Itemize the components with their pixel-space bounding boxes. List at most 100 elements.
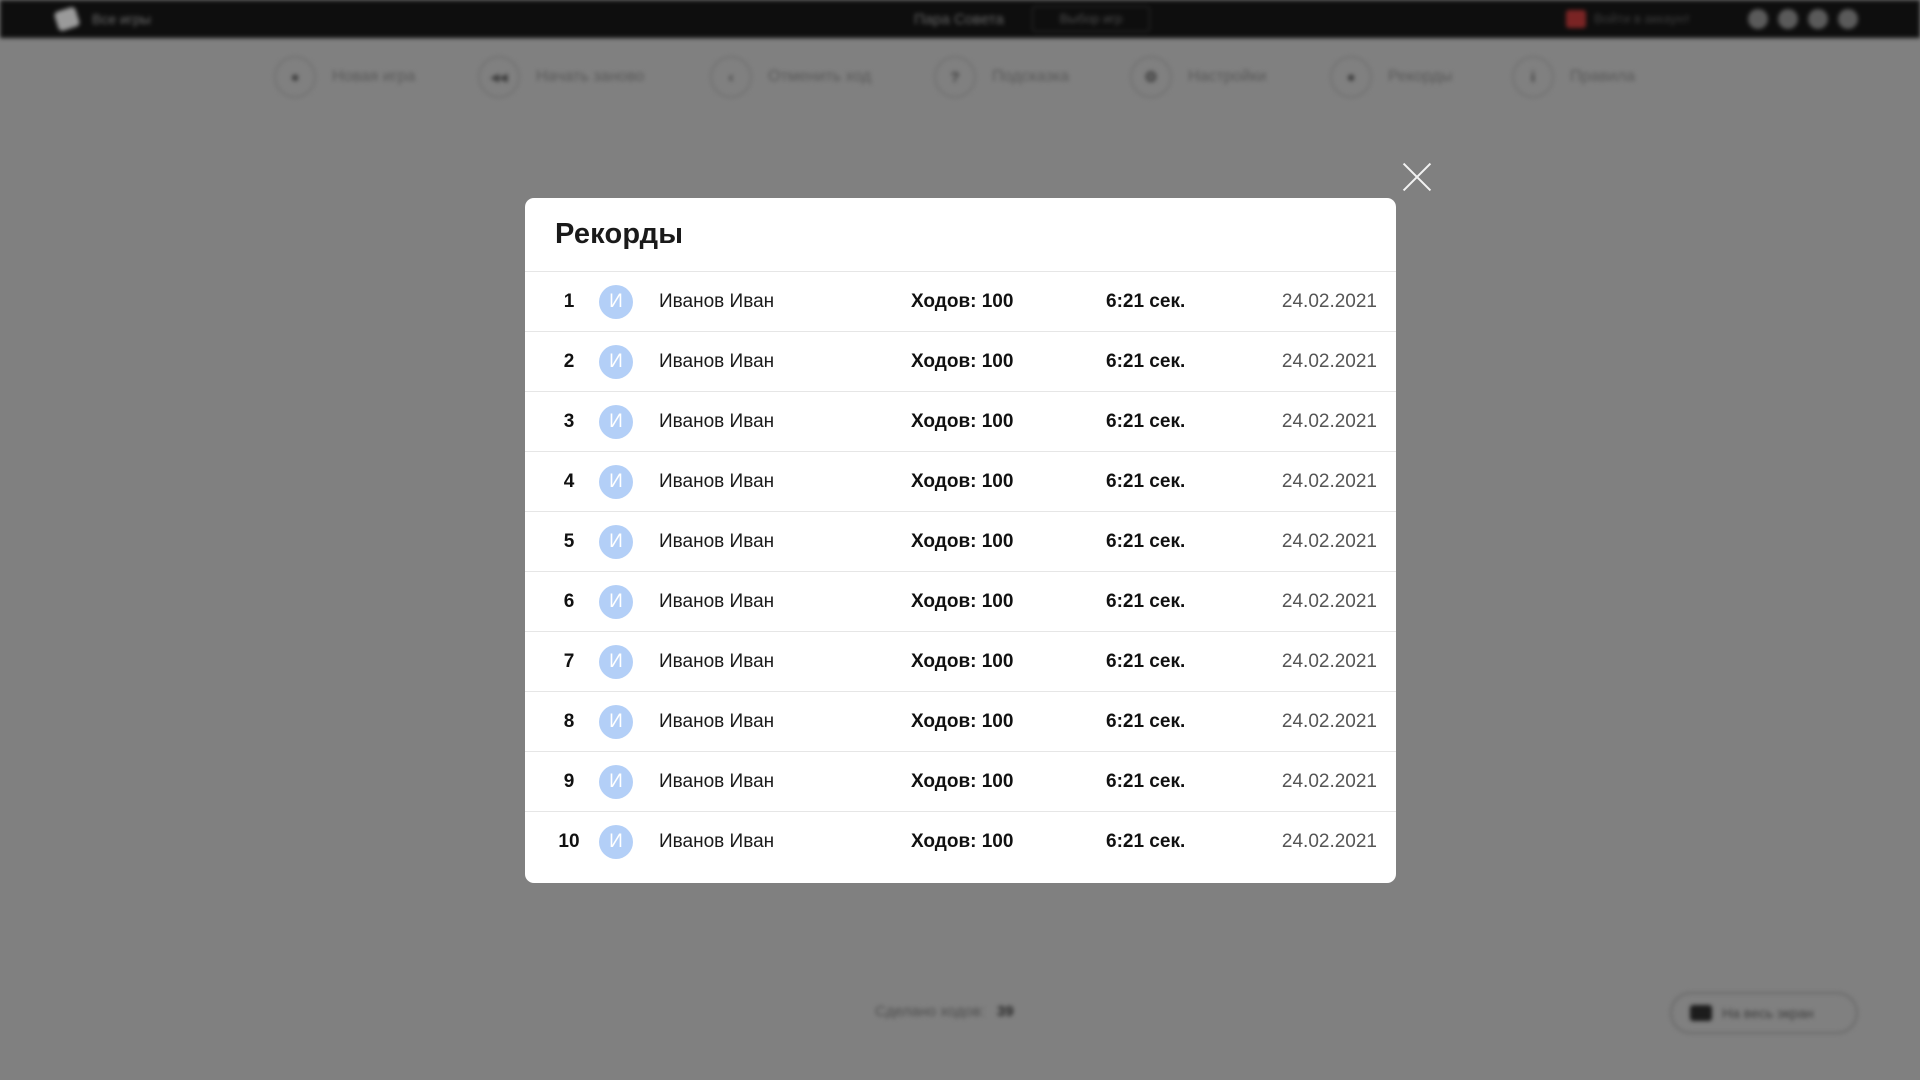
player-name: Иванов Иван [659, 290, 775, 312]
player-name: Иванов Иван [659, 530, 775, 552]
fullscreen-icon [1690, 1005, 1712, 1021]
game-title: Пара Совета [914, 11, 1004, 28]
close-icon[interactable] [1402, 162, 1432, 192]
record-date: 24.02.2021 [1281, 290, 1377, 312]
modal-header: Рекорды [525, 198, 1396, 272]
fullscreen-label: На весь экран [1722, 1005, 1814, 1021]
toolbar-settings[interactable]: ⚙ Настройки [1130, 55, 1266, 99]
avatar: И [599, 764, 633, 799]
top-bar: Все игры Пара Совета Выбор игр Войти в а… [0, 0, 1920, 38]
player-name: Иванов Иван [659, 350, 775, 372]
choose-game-button[interactable]: Выбор игр [1032, 6, 1150, 32]
player-name: Иванов Иван [659, 590, 775, 612]
undo-icon: ‹ [710, 56, 752, 98]
record-moves: Ходов: 100 [911, 350, 1014, 372]
record-date: 24.02.2021 [1281, 650, 1377, 672]
hint-icon: ? [934, 56, 976, 98]
player-name: Иванов Иван [659, 770, 775, 792]
record-time: 6:21 сек. [1106, 350, 1186, 372]
record-time: 6:21 сек. [1106, 410, 1186, 432]
toolbar-label: Новая игра [332, 68, 416, 85]
record-time: 6:21 сек. [1106, 290, 1186, 312]
record-moves: Ходов: 100 [911, 770, 1014, 792]
toolbar-rules[interactable]: i Правила [1512, 55, 1635, 99]
record-time: 6:21 сек. [1106, 470, 1186, 492]
record-time: 6:21 сек. [1106, 650, 1186, 672]
toolbar-label: Рекорды [1388, 68, 1453, 85]
toolbar-label: Настройки [1188, 68, 1267, 85]
record-time: 6:21 сек. [1106, 530, 1186, 552]
settings-icon: ⚙ [1130, 56, 1172, 98]
record-date: 24.02.2021 [1281, 770, 1377, 792]
record-row: 1 И Иванов Иван Ходов: 100 6:21 сек. 24.… [525, 272, 1396, 332]
record-date: 24.02.2021 [1281, 831, 1377, 852]
record-moves: Ходов: 100 [911, 470, 1014, 492]
record-time: 6:21 сек. [1106, 710, 1186, 732]
record-row: 4 И Иванов Иван Ходов: 100 6:21 сек. 24.… [525, 452, 1396, 512]
record-time: 6:21 сек. [1106, 770, 1186, 792]
record-moves: Ходов: 100 [911, 290, 1014, 312]
record-date: 24.02.2021 [1281, 530, 1377, 552]
fb-icon[interactable] [1808, 9, 1828, 29]
record-time: 6:21 сек. [1106, 590, 1186, 612]
toolbar-label: Отменить ход [768, 68, 872, 85]
toolbar-label: Начать заново [536, 68, 645, 85]
avatar: И [599, 644, 633, 679]
restart-icon: ◀◀ [478, 56, 520, 98]
all-games-link[interactable]: Все игры [92, 11, 151, 27]
record-moves: Ходов: 100 [911, 410, 1014, 432]
moves-counter: Сделано ходов: 39 [875, 1003, 1014, 1020]
user-icon[interactable] [1566, 10, 1586, 28]
rules-icon: i [1512, 56, 1554, 98]
modal-title: Рекорды [555, 218, 684, 250]
tw-icon[interactable] [1838, 9, 1858, 29]
player-name: Иванов Иван [659, 831, 775, 852]
record-row: 5 И Иванов Иван Ходов: 100 6:21 сек. 24.… [525, 512, 1396, 572]
toolbar-restart[interactable]: ◀◀ Начать заново [478, 55, 644, 99]
player-name: Иванов Иван [659, 410, 775, 432]
ok-icon[interactable] [1778, 9, 1798, 29]
record-moves: Ходов: 100 [911, 710, 1014, 732]
records-icon: ● [1330, 56, 1372, 98]
login-link[interactable]: Войти в аккаунт [1594, 11, 1690, 26]
avatar: И [599, 825, 633, 859]
avatar: И [599, 704, 633, 739]
vk-icon[interactable] [1748, 9, 1768, 29]
moves-counter-label: Сделано ходов: [875, 1003, 985, 1020]
player-name: Иванов Иван [659, 710, 775, 732]
avatar: И [599, 524, 633, 559]
avatar: И [599, 464, 633, 499]
avatar: И [599, 344, 633, 379]
record-date: 24.02.2021 [1281, 470, 1377, 492]
record-moves: Ходов: 100 [911, 590, 1014, 612]
record-date: 24.02.2021 [1281, 710, 1377, 732]
record-time: 6:21 сек. [1106, 831, 1186, 852]
record-row: 2 И Иванов Иван Ходов: 100 6:21 сек. 24.… [525, 332, 1396, 392]
play-icon: ● [274, 56, 316, 98]
records-list: 1 И Иванов Иван Ходов: 100 6:21 сек. 24.… [525, 272, 1396, 872]
fullscreen-button[interactable]: На весь экран [1670, 992, 1858, 1034]
player-name: Иванов Иван [659, 470, 775, 492]
record-moves: Ходов: 100 [911, 530, 1014, 552]
logo-icon[interactable] [53, 6, 81, 32]
toolbar-undo[interactable]: ‹ Отменить ход [710, 55, 871, 99]
record-row: 10 И Иванов Иван Ходов: 100 6:21 сек. 24… [525, 812, 1396, 872]
toolbar-records[interactable]: ● Рекорды [1330, 55, 1452, 99]
record-row: 6 И Иванов Иван Ходов: 100 6:21 сек. 24.… [525, 572, 1396, 632]
record-row: 3 И Иванов Иван Ходов: 100 6:21 сек. 24.… [525, 392, 1396, 452]
avatar: И [599, 284, 633, 319]
avatar: И [599, 584, 633, 619]
record-moves: Ходов: 100 [911, 831, 1014, 852]
toolbar-hint[interactable]: ? Подсказка [934, 55, 1069, 99]
toolbar-new-game[interactable]: ● Новая игра [274, 55, 415, 99]
moves-counter-value: 39 [996, 1003, 1014, 1020]
record-date: 24.02.2021 [1281, 590, 1377, 612]
record-date: 24.02.2021 [1281, 410, 1377, 432]
record-row: 9 И Иванов Иван Ходов: 100 6:21 сек. 24.… [525, 752, 1396, 812]
record-date: 24.02.2021 [1281, 350, 1377, 372]
toolbar-label: Правила [1570, 68, 1635, 85]
toolbar-label: Подсказка [992, 68, 1070, 85]
player-name: Иванов Иван [659, 650, 775, 672]
record-moves: Ходов: 100 [911, 650, 1014, 672]
records-modal: Рекорды 1 И Иванов Иван Ходов: 100 6:21 … [525, 198, 1396, 883]
